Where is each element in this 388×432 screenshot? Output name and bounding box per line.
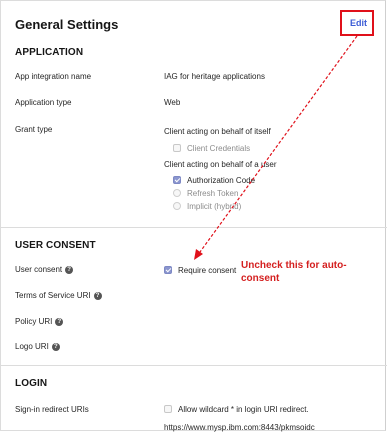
refresh-token-label: Refresh Token (187, 189, 239, 198)
grant-type-label: Grant type (15, 125, 53, 134)
help-icon[interactable]: ? (51, 342, 60, 351)
app-name-label: App integration name (15, 72, 92, 81)
client-credentials-checkbox[interactable] (173, 144, 181, 152)
divider (1, 365, 387, 366)
redirect-uris-label: Sign-in redirect URIs (15, 405, 89, 414)
app-type-value: Web (164, 98, 181, 107)
policy-row: Policy URI? (15, 317, 64, 326)
page-title: General Settings (15, 17, 119, 32)
user-consent-row: User consent? (15, 265, 74, 274)
app-type-label: Application type (15, 98, 72, 107)
client-credentials-label: Client Credentials (187, 144, 251, 153)
help-icon[interactable]: ? (55, 317, 64, 326)
help-icon[interactable]: ? (65, 265, 74, 274)
logo-row: Logo URI? (15, 342, 60, 351)
annotation-note: Uncheck this for auto-consent (241, 260, 347, 284)
authorization-code-label: Authorization Code (187, 176, 256, 185)
section-login: LOGIN (15, 378, 48, 389)
wildcard-checkbox[interactable] (164, 405, 172, 413)
section-application: APPLICATION (15, 47, 84, 58)
logo-label: Logo URI (15, 342, 49, 351)
wildcard-label: Allow wildcard * in login URI redirect. (178, 405, 309, 414)
authorization-code-checkbox[interactable] (173, 176, 181, 184)
grant-group-itself: Client acting on behalf of itself (164, 127, 271, 136)
refresh-token-checkbox[interactable] (173, 189, 181, 197)
app-name-value: IAG for heritage applications (164, 72, 265, 81)
tos-label: Terms of Service URI (15, 291, 91, 300)
implicit-checkbox[interactable] (173, 202, 181, 210)
general-settings-panel: General Settings Edit APPLICATION App in… (0, 0, 387, 432)
tos-row: Terms of Service URI? (15, 291, 102, 300)
grant-group-user: Client acting on behalf of a user (164, 160, 277, 169)
edit-button[interactable]: Edit (350, 18, 367, 28)
require-consent-label: Require consent (178, 266, 237, 275)
help-icon[interactable]: ? (93, 291, 102, 300)
section-user-consent: USER CONSENT (15, 240, 96, 251)
divider (1, 227, 387, 228)
implicit-label: Implicit (hybrid) (187, 202, 242, 211)
user-consent-label: User consent (15, 265, 63, 274)
require-consent-checkbox[interactable] (164, 266, 172, 274)
policy-label: Policy URI (15, 317, 53, 326)
